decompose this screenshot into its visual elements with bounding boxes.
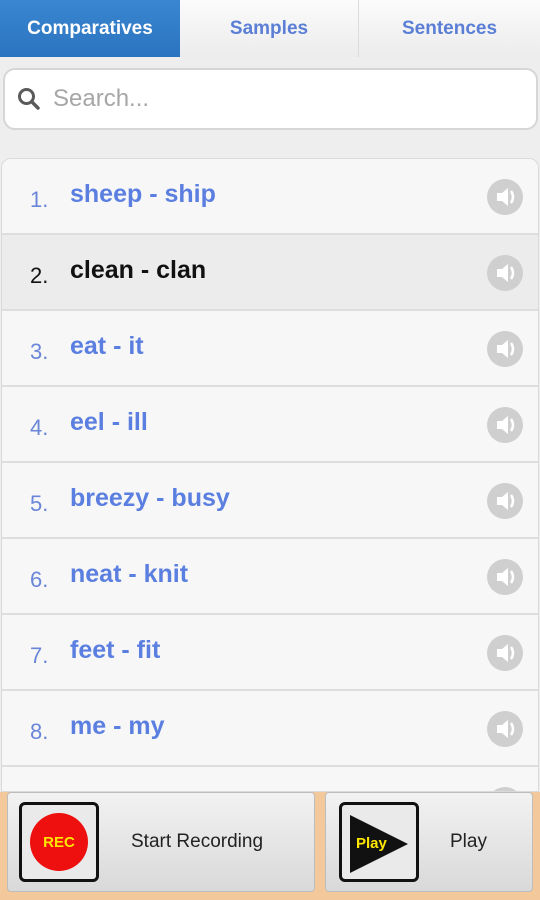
speaker-icon[interactable]: [486, 710, 524, 748]
item-number: 3.: [30, 339, 49, 364]
play-icon: Play: [339, 802, 419, 882]
speaker-icon[interactable]: [486, 558, 524, 596]
speaker-icon[interactable]: [486, 482, 524, 520]
item-word-pair: sheep - ship: [70, 180, 216, 208]
tab-comparatives[interactable]: Comparatives: [0, 0, 180, 57]
list-item[interactable]: 2. clean - clan: [2, 235, 538, 311]
item-number: 2.: [30, 263, 49, 288]
item-word-pair: eel - ill: [70, 408, 148, 436]
list-item-partial[interactable]: [2, 767, 538, 791]
list-item[interactable]: 5. breezy - busy: [2, 463, 538, 539]
item-number: 6.: [30, 567, 49, 592]
item-word-pair: feet - fit: [70, 636, 161, 664]
word-pair-list: 1. sheep - ship 2. clean - clan 3. eat -…: [1, 158, 539, 792]
bottom-bar: REC Start Recording Play Play: [0, 792, 540, 900]
speaker-icon[interactable]: [486, 634, 524, 672]
play-button[interactable]: Play Play: [325, 792, 533, 892]
speaker-icon[interactable]: [486, 406, 524, 444]
list-item[interactable]: 8. me - my: [2, 691, 538, 767]
item-number: 4.: [30, 415, 49, 440]
tab-sentences[interactable]: Sentences: [359, 0, 540, 57]
list-item[interactable]: 1. sheep - ship: [2, 159, 538, 235]
list-item[interactable]: 6. neat - knit: [2, 539, 538, 615]
item-word-pair: me - my: [70, 712, 165, 740]
search-box: [3, 68, 538, 130]
search-input[interactable]: [53, 79, 523, 119]
search-icon: [5, 70, 53, 128]
speaker-icon[interactable]: [486, 330, 524, 368]
speaker-icon[interactable]: [486, 254, 524, 292]
list-item[interactable]: 3. eat - it: [2, 311, 538, 387]
item-number: 5.: [30, 491, 49, 516]
item-word-pair: neat - knit: [70, 560, 189, 588]
list-item[interactable]: 7. feet - fit: [2, 615, 538, 691]
list-item[interactable]: 4. eel - ill: [2, 387, 538, 463]
play-badge: Play: [356, 835, 387, 852]
record-icon: REC: [19, 802, 99, 882]
start-recording-button[interactable]: REC Start Recording: [7, 792, 315, 892]
item-word-pair: breezy - busy: [70, 484, 230, 512]
tab-samples[interactable]: Samples: [180, 0, 359, 57]
rec-badge: REC: [30, 813, 88, 871]
item-number: 8.: [30, 719, 49, 744]
tab-bar: Comparatives Samples Sentences: [0, 0, 540, 57]
item-number: 7.: [30, 643, 49, 668]
start-recording-label: Start Recording: [131, 831, 264, 852]
speaker-icon[interactable]: [486, 178, 524, 216]
item-number: 1.: [30, 187, 49, 212]
item-word-pair: clean - clan: [70, 256, 207, 284]
play-label: Play: [450, 831, 487, 852]
item-word-pair: eat - it: [70, 332, 144, 360]
